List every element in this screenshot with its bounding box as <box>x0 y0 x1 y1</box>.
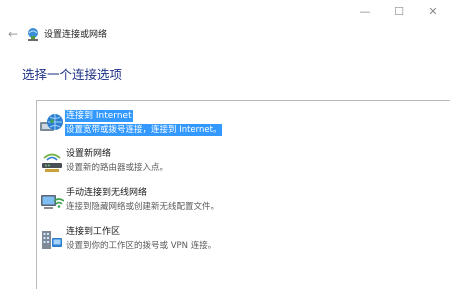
option-title: 连接到工作区 <box>66 227 121 237</box>
setup-connection-window: — ☐ ✕ ← 设置连接或网络 选择一个连接选项 连接到 Internet 设置… <box>0 0 450 289</box>
page-title: 选择一个连接选项 <box>22 67 123 82</box>
wireless-network-icon <box>41 195 64 209</box>
network-setup-icon <box>28 28 38 41</box>
window-title: 设置连接或网络 <box>44 30 108 40</box>
window-controls: — ☐ ✕ <box>348 0 450 22</box>
option-connect-internet[interactable]: 连接到 Internet 设置宽带或拨号连接，连接到 Internet。 <box>37 107 450 143</box>
option-connect-workplace[interactable]: 连接到工作区 设置到你的工作区的拨号或 VPN 连接。 <box>37 223 450 259</box>
maximize-button[interactable]: ☐ <box>382 0 416 22</box>
minimize-button[interactable]: — <box>348 0 382 22</box>
option-setup-new-network[interactable]: 设置新网络 设置新的路由器或接入点。 <box>37 145 450 181</box>
navigation-bar: ← 设置连接或网络 <box>0 22 450 46</box>
option-title: 手动连接到无线网络 <box>66 188 148 198</box>
workplace-vpn-icon <box>42 231 62 249</box>
option-title: 连接到 Internet <box>65 110 133 122</box>
option-description: 设置新的路由器或接入点。 <box>66 163 169 173</box>
option-description: 设置宽带或拨号连接，连接到 Internet。 <box>65 124 223 136</box>
close-button[interactable]: ✕ <box>416 0 450 22</box>
title-bar: — ☐ ✕ <box>0 0 450 22</box>
option-description: 设置到你的工作区的拨号或 VPN 连接。 <box>66 241 217 251</box>
option-manual-wireless[interactable]: 手动连接到无线网络 连接到隐藏网络或创建新无线配置文件。 <box>37 184 450 220</box>
back-arrow-icon[interactable]: ← <box>6 26 20 42</box>
globe-internet-icon <box>40 114 63 131</box>
router-network-icon <box>42 153 62 172</box>
connection-options-list: 连接到 Internet 设置宽带或拨号连接，连接到 Internet。 设置新… <box>36 100 450 289</box>
option-description: 连接到隐藏网络或创建新无线配置文件。 <box>66 202 220 212</box>
option-title: 设置新网络 <box>66 149 112 159</box>
